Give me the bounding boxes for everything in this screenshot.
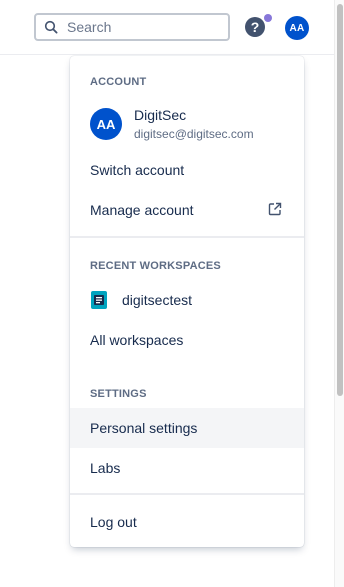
workspace-item-digitsectest[interactable]: digitsectest [70, 280, 304, 320]
account-section-header: ACCOUNT [90, 76, 147, 88]
log-out-item[interactable]: Log out [70, 502, 304, 542]
personal-settings-label: Personal settings [90, 420, 198, 436]
external-link-icon [268, 202, 284, 218]
page: ? AA ACCOUNT AA DigitSec digitsec@digits… [0, 0, 344, 587]
help-button[interactable]: ? [245, 17, 265, 37]
search-box[interactable] [34, 13, 230, 41]
scrollbar-thumb[interactable] [337, 4, 343, 396]
workspace-label: digitsectest [122, 292, 193, 308]
avatar: AA [90, 108, 122, 140]
all-workspaces-item[interactable]: All workspaces [70, 320, 304, 360]
account-info: AA DigitSec digitsec@digitsec.com [90, 104, 300, 144]
scrollbar[interactable] [334, 0, 344, 587]
menu-divider [70, 236, 304, 238]
account-menu: ACCOUNT AA DigitSec digitsec@digitsec.co… [70, 56, 304, 547]
workspace-icon [90, 291, 108, 309]
labs-label: Labs [90, 460, 121, 476]
manage-account-item[interactable]: Manage account [70, 190, 304, 230]
avatar-initials: AA [96, 116, 116, 132]
question-icon: ? [250, 19, 260, 35]
labs-item[interactable]: Labs [70, 448, 304, 488]
personal-settings-item[interactable]: Personal settings [70, 408, 304, 448]
recent-workspaces-header: RECENT WORKSPACES [90, 260, 221, 272]
header-divider [0, 54, 334, 55]
avatar-initials: AA [289, 22, 305, 34]
notification-dot [264, 14, 272, 22]
switch-account-item[interactable]: Switch account [70, 150, 304, 190]
log-out-label: Log out [90, 514, 137, 530]
switch-account-label: Switch account [90, 162, 185, 178]
menu-divider [70, 493, 304, 495]
account-email: digitsec@digitsec.com [134, 127, 254, 141]
manage-account-label: Manage account [90, 202, 194, 218]
avatar-button[interactable]: AA [285, 16, 309, 40]
account-name: DigitSec [134, 107, 187, 123]
search-icon [43, 19, 59, 35]
all-workspaces-label: All workspaces [90, 332, 184, 348]
settings-section-header: SETTINGS [90, 388, 147, 400]
account-text: DigitSec digitsec@digitsec.com [134, 106, 254, 142]
search-input[interactable] [65, 18, 219, 36]
